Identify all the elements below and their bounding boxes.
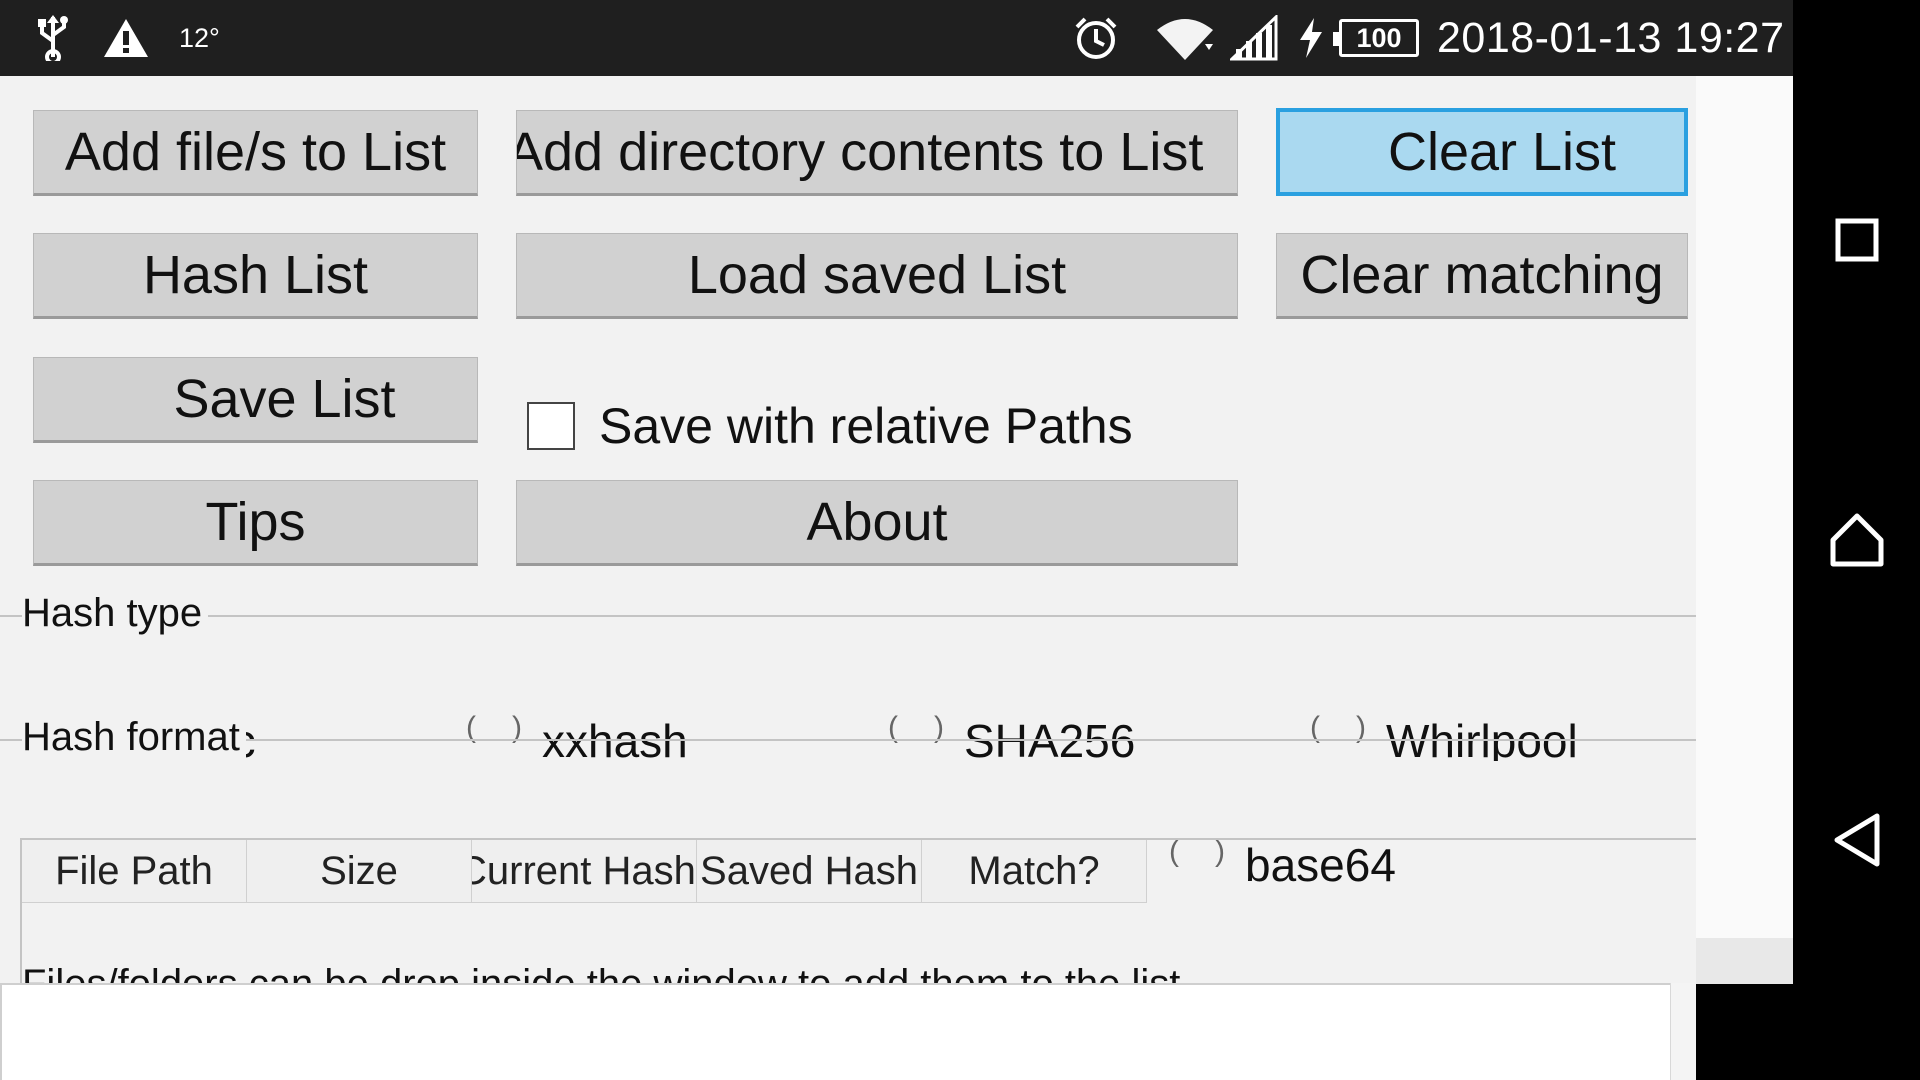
table-body[interactable]: [22, 903, 1696, 959]
alarm-icon: [1073, 0, 1119, 76]
save-relative-paths-checkbox[interactable]: Save with relative Paths: [527, 374, 1133, 478]
add-directory-label: Add directory contents to List: [516, 122, 1204, 182]
radio-indicator[interactable]: (): [466, 711, 522, 753]
radio-label: xxhash: [542, 715, 688, 761]
signal-icon: [1230, 0, 1278, 76]
clear-list-label: Clear List: [1387, 122, 1617, 182]
hash-type-title: Hash type: [22, 591, 209, 636]
back-icon: [1834, 813, 1879, 867]
status-bar: 12° 100 2018-01-13 19:27: [0, 0, 1793, 76]
save-list-button[interactable]: Save List: [33, 357, 478, 443]
hash-format-divider: [0, 739, 1696, 741]
save-list-label: Save List: [173, 369, 396, 429]
radio-indicator[interactable]: (): [888, 711, 944, 753]
warning-icon: [102, 0, 150, 76]
bottom-text-area[interactable]: [0, 983, 1670, 1080]
datetime-text: 2018-01-13 19:27: [1437, 13, 1785, 62]
wifi-icon: [1155, 0, 1215, 76]
save-relative-paths-label: Save with relative Paths: [599, 398, 1133, 454]
navigation-bar: [1793, 0, 1920, 1080]
hash-type-divider: [0, 615, 1696, 617]
charging-icon: [1298, 0, 1324, 76]
add-directory-button[interactable]: Add directory contents to List: [516, 110, 1238, 196]
home-icon: [1830, 513, 1883, 567]
radio-label: Whirlpool: [1386, 715, 1578, 761]
tips-button[interactable]: Tips: [33, 480, 478, 566]
battery-indicator: 100: [1333, 19, 1419, 57]
temperature-text: 12°: [179, 22, 220, 53]
checkbox-box[interactable]: [527, 402, 575, 450]
back-button[interactable]: [1793, 780, 1920, 900]
radio-whirlpool[interactable]: () Whirlpool: [1310, 701, 1650, 761]
radio-label: SHA256: [964, 715, 1136, 761]
column-header-current-hash[interactable]: Current Hash: [472, 840, 697, 903]
clear-matching-button[interactable]: Clear matching: [1276, 233, 1688, 319]
load-saved-list-button[interactable]: Load saved List: [516, 233, 1238, 319]
column-header-file-path[interactable]: File Path: [22, 840, 247, 903]
column-header-saved-hash[interactable]: Saved Hash: [697, 840, 922, 903]
radio-indicator[interactable]: (): [1310, 711, 1366, 753]
home-button[interactable]: [1793, 480, 1920, 600]
scroll-gutter: [1696, 76, 1793, 984]
table-header: File Path Size Current Hash Saved Hash M…: [22, 840, 1147, 903]
column-header-match[interactable]: Match?: [922, 840, 1147, 903]
recents-button[interactable]: [1793, 180, 1920, 300]
current-hash-label: Current Hash: [472, 848, 696, 893]
square-icon: [1835, 218, 1878, 262]
hash-list-button[interactable]: Hash List: [33, 233, 478, 319]
column-header-size[interactable]: Size: [247, 840, 472, 903]
radio-xxhash[interactable]: () xxhash: [466, 701, 766, 761]
bottom-scrollbar[interactable]: [1670, 983, 1696, 1080]
clear-list-button[interactable]: Clear List: [1276, 108, 1688, 196]
drop-hint-text: Files/folders can be drop inside the win…: [22, 958, 1180, 983]
about-button[interactable]: About: [516, 480, 1238, 566]
add-files-button[interactable]: Add file/s to List: [33, 110, 478, 196]
hash-format-title: Hash format: [22, 715, 246, 760]
usb-icon: [36, 0, 70, 76]
radio-sha256[interactable]: () SHA256: [888, 701, 1188, 761]
